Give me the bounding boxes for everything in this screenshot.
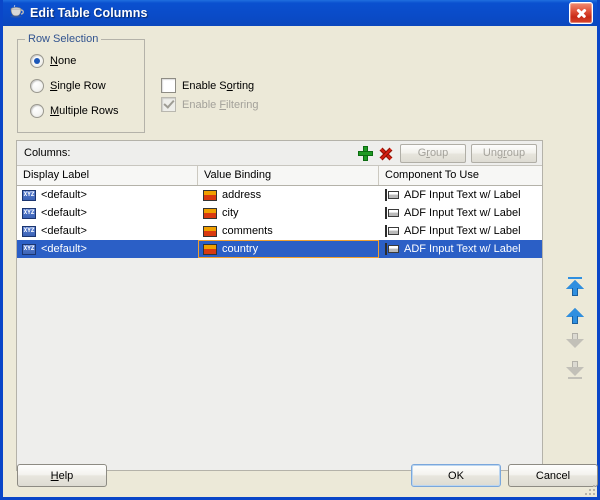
ungroup-button[interactable]: Ungroup <box>471 143 537 163</box>
table-row[interactable]: XYZ <default> city ADF Input Text w/ Lab… <box>17 204 542 222</box>
cell-value-binding[interactable]: city <box>198 204 379 222</box>
xyz-text-icon: XYZ <box>22 243 36 255</box>
move-up-icon <box>566 304 584 324</box>
cell-component[interactable]: ADF Input Text w/ Label <box>379 204 542 222</box>
cell-component-text: ADF Input Text w/ Label <box>404 189 521 201</box>
xyz-text-icon: XYZ <box>22 189 36 201</box>
java-coffee-cup-icon <box>9 4 25 21</box>
table-row[interactable]: XYZ <default> address ADF Input Text w/ … <box>17 186 542 204</box>
move-to-bottom-button <box>561 356 589 384</box>
radio-multiple-rows-label: Multiple Rows <box>50 105 119 117</box>
input-text-label-icon <box>384 207 399 219</box>
reorder-buttons <box>561 272 589 384</box>
ok-button[interactable]: OK <box>411 464 501 487</box>
help-button[interactable]: Help <box>17 464 107 487</box>
cell-display-label-text: <default> <box>41 189 87 201</box>
xyz-text-icon: XYZ <box>22 225 36 237</box>
header-display-label[interactable]: Display Label <box>17 166 198 185</box>
input-text-label-icon <box>384 225 399 237</box>
cell-display-label[interactable]: XYZ <default> <box>17 186 198 204</box>
table-empty-area <box>17 258 542 458</box>
input-text-label-icon <box>384 189 399 201</box>
cell-display-label-text: <default> <box>41 225 87 237</box>
red-x-icon <box>378 146 393 161</box>
cell-display-label[interactable]: XYZ <default> <box>17 204 198 222</box>
attribute-icon <box>203 189 217 201</box>
columns-table: Display Label Value Binding Component To… <box>17 166 542 470</box>
group-button[interactable]: Group <box>400 143 466 163</box>
cell-value-binding[interactable]: address <box>198 186 379 204</box>
title-bar: Edit Table Columns <box>3 0 597 26</box>
columns-panel: Columns: Group Ungroup Display Label Val… <box>16 140 543 471</box>
dialog-footer: Help OK Cancel <box>3 455 598 497</box>
move-up-button[interactable] <box>561 300 589 328</box>
attribute-icon <box>203 207 217 219</box>
add-column-button[interactable] <box>355 143 375 163</box>
cell-component-text: ADF Input Text w/ Label <box>404 243 521 255</box>
cell-component-text: ADF Input Text w/ Label <box>404 207 521 219</box>
checkbox-enable-filtering: Enable Filtering <box>161 97 258 112</box>
cell-value-binding[interactable]: country <box>198 240 379 258</box>
cell-value-binding-text: country <box>222 243 259 255</box>
delete-column-button[interactable] <box>375 143 395 163</box>
move-to-top-button[interactable] <box>561 272 589 300</box>
move-to-top-icon <box>566 276 584 296</box>
cell-value-binding-text: address <box>222 189 262 201</box>
group-button-label: Group <box>417 147 449 159</box>
columns-label: Columns: <box>24 147 71 159</box>
dialog-body: Row Selection None Single Row Multiple R… <box>3 26 598 497</box>
table-row[interactable]: XYZ <default> country ADF Input Text w/ … <box>17 240 542 258</box>
edit-table-columns-dialog: Edit Table Columns Row Selection None Si… <box>0 0 600 500</box>
ungroup-button-label: Ungroup <box>482 147 526 159</box>
cancel-button-label: Cancel <box>535 469 571 482</box>
close-icon[interactable] <box>569 2 593 24</box>
move-to-bottom-icon <box>566 360 584 380</box>
radio-none-label: None <box>50 55 77 67</box>
cell-component[interactable]: ADF Input Text w/ Label <box>379 186 542 204</box>
row-selection-legend: Row Selection <box>25 33 102 45</box>
columns-toolbar: Columns: Group Ungroup <box>17 141 542 166</box>
radio-none[interactable]: None <box>30 54 76 68</box>
radio-multiple-rows[interactable]: Multiple Rows <box>30 104 118 118</box>
cell-display-label[interactable]: XYZ <default> <box>17 222 198 240</box>
checkbox-enable-sorting-label: Enable Sorting <box>182 79 255 92</box>
cell-display-label-text: <default> <box>41 243 87 255</box>
table-body: XYZ <default> address ADF Input Text w/ … <box>17 186 542 258</box>
cell-component-text: ADF Input Text w/ Label <box>404 225 521 237</box>
attribute-icon <box>203 225 217 237</box>
ok-button-label: OK <box>448 469 464 482</box>
row-selection-group: Row Selection None Single Row Multiple R… <box>17 33 145 133</box>
radio-multiple-rows-indicator <box>30 104 44 118</box>
radio-none-indicator <box>30 54 44 68</box>
resize-grip[interactable] <box>583 483 595 495</box>
help-button-label: Help <box>50 469 74 482</box>
cell-value-binding-text: city <box>222 207 239 219</box>
radio-single-row-indicator <box>30 79 44 93</box>
radio-single-row[interactable]: Single Row <box>30 79 106 93</box>
checkbox-enable-filtering-label: Enable Filtering <box>182 98 259 111</box>
attribute-icon <box>203 243 217 255</box>
move-down-icon <box>566 332 584 352</box>
radio-single-row-label: Single Row <box>50 80 106 92</box>
move-down-button <box>561 328 589 356</box>
xyz-text-icon: XYZ <box>22 207 36 219</box>
input-text-label-icon <box>384 243 399 255</box>
checkbox-enable-sorting[interactable]: Enable Sorting <box>161 78 254 93</box>
cell-display-label[interactable]: XYZ <default> <box>17 240 198 258</box>
cell-component[interactable]: ADF Input Text w/ Label <box>379 240 542 258</box>
cell-component[interactable]: ADF Input Text w/ Label <box>379 222 542 240</box>
green-plus-icon <box>357 145 373 161</box>
header-component-to-use[interactable]: Component To Use <box>379 166 542 185</box>
header-value-binding[interactable]: Value Binding <box>198 166 379 185</box>
checkbox-enable-filtering-indicator <box>161 97 176 112</box>
checkbox-enable-sorting-indicator <box>161 78 176 93</box>
cell-value-binding-text: comments <box>222 225 273 237</box>
table-header-row: Display Label Value Binding Component To… <box>17 166 542 186</box>
window-title: Edit Table Columns <box>30 6 148 20</box>
cell-display-label-text: <default> <box>41 207 87 219</box>
table-row[interactable]: XYZ <default> comments ADF Input Text w/… <box>17 222 542 240</box>
cell-value-binding[interactable]: comments <box>198 222 379 240</box>
